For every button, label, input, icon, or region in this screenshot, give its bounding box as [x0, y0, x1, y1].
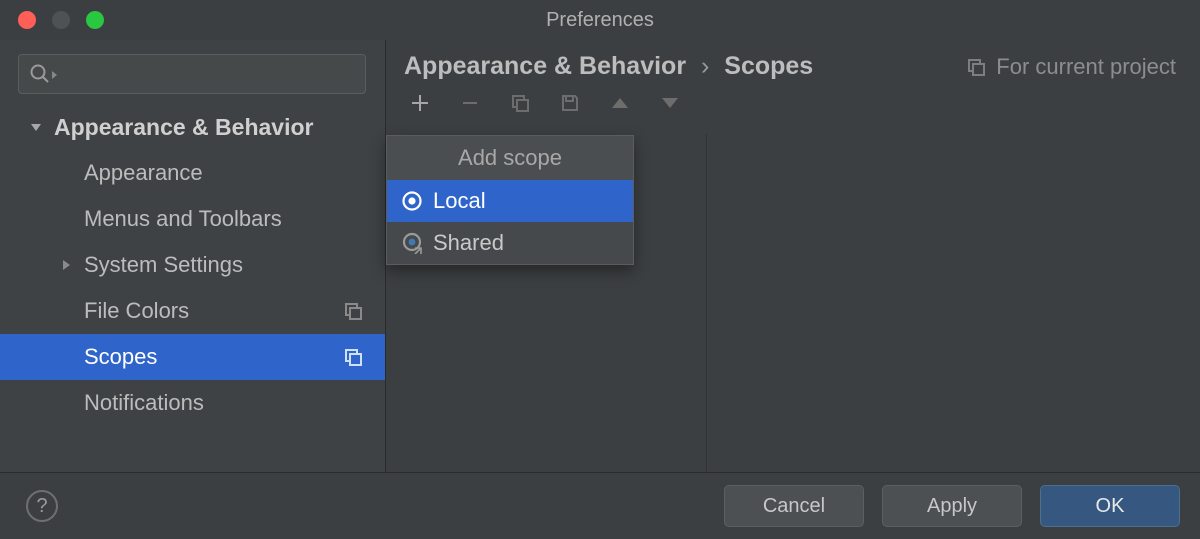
for-current-project-label: For current project: [996, 54, 1176, 80]
save-button[interactable]: [558, 91, 582, 115]
sidebar-item-scopes[interactable]: Scopes: [0, 334, 385, 380]
button-label: Cancel: [763, 495, 825, 518]
popup-item-label: Shared: [433, 230, 504, 256]
project-level-icon: [343, 347, 363, 367]
chevron-down-icon: [24, 120, 48, 134]
close-window-button[interactable]: [18, 11, 36, 29]
popup-item-local[interactable]: Local: [387, 180, 633, 222]
search-input[interactable]: [18, 54, 366, 94]
breadcrumb-parent: Appearance & Behavior: [404, 52, 686, 80]
sidebar-item-label: Appearance: [84, 160, 203, 186]
add-scope-popup: Add scope Local Shared: [386, 135, 634, 265]
move-up-button[interactable]: [608, 91, 632, 115]
sidebar-item-label: Notifications: [84, 390, 204, 416]
window-controls: [18, 11, 104, 29]
preferences-sidebar: Appearance & Behavior Appearance Menus a…: [0, 40, 386, 472]
popup-title: Add scope: [387, 136, 633, 180]
sidebar-item-label: Scopes: [84, 344, 157, 370]
button-label: Apply: [927, 495, 977, 518]
titlebar: Preferences: [0, 0, 1200, 40]
content-pane: Appearance & Behavior › Scopes For curre…: [386, 40, 1200, 472]
triangle-down-icon: [660, 96, 680, 110]
help-icon: ?: [36, 495, 47, 518]
sidebar-item-appearance[interactable]: Appearance: [0, 150, 385, 196]
popup-item-label: Local: [433, 188, 486, 214]
project-level-icon: [343, 301, 363, 321]
add-button[interactable]: [408, 91, 432, 115]
copy-icon: [510, 93, 530, 113]
window-title: Preferences: [546, 9, 654, 32]
breadcrumb-current: Scopes: [724, 52, 813, 80]
cancel-button[interactable]: Cancel: [724, 485, 864, 527]
search-icon: [29, 63, 59, 85]
sidebar-item-label: File Colors: [84, 298, 189, 324]
sidebar-item-menus-toolbars[interactable]: Menus and Toolbars: [0, 196, 385, 242]
maximize-window-button[interactable]: [86, 11, 104, 29]
local-scope-icon: [401, 190, 423, 212]
dialog-footer: ? Cancel Apply OK: [0, 472, 1200, 539]
minus-icon: [460, 93, 480, 113]
main-split: Appearance & Behavior Appearance Menus a…: [0, 40, 1200, 472]
for-current-project-indicator: For current project: [966, 54, 1176, 80]
content-divider: [706, 134, 707, 472]
sidebar-group-appearance-behavior[interactable]: Appearance & Behavior: [0, 104, 385, 150]
sidebar-item-notifications[interactable]: Notifications: [0, 380, 385, 426]
chevron-right-icon: ›: [701, 52, 709, 80]
sidebar-item-label: Menus and Toolbars: [84, 206, 282, 232]
remove-button[interactable]: [458, 91, 482, 115]
sidebar-group-label: Appearance & Behavior: [54, 114, 313, 141]
settings-tree: Appearance & Behavior Appearance Menus a…: [0, 104, 385, 426]
button-label: OK: [1096, 495, 1125, 518]
scopes-toolbar: [386, 87, 1200, 125]
shared-scope-icon: [401, 232, 423, 254]
triangle-up-icon: [610, 96, 630, 110]
help-button[interactable]: ?: [26, 490, 58, 522]
project-level-icon: [966, 57, 986, 77]
minimize-window-button[interactable]: [52, 11, 70, 29]
apply-button[interactable]: Apply: [882, 485, 1022, 527]
content-header: Appearance & Behavior › Scopes For curre…: [386, 40, 1200, 87]
sidebar-item-system-settings[interactable]: System Settings: [0, 242, 385, 288]
sidebar-item-label: System Settings: [84, 252, 243, 278]
plus-icon: [410, 93, 430, 113]
chevron-right-icon: [54, 258, 78, 272]
move-down-button[interactable]: [658, 91, 682, 115]
save-icon: [560, 93, 580, 113]
popup-item-shared[interactable]: Shared: [387, 222, 633, 264]
breadcrumb: Appearance & Behavior › Scopes: [404, 52, 813, 81]
sidebar-item-file-colors[interactable]: File Colors: [0, 288, 385, 334]
ok-button[interactable]: OK: [1040, 485, 1180, 527]
copy-button[interactable]: [508, 91, 532, 115]
